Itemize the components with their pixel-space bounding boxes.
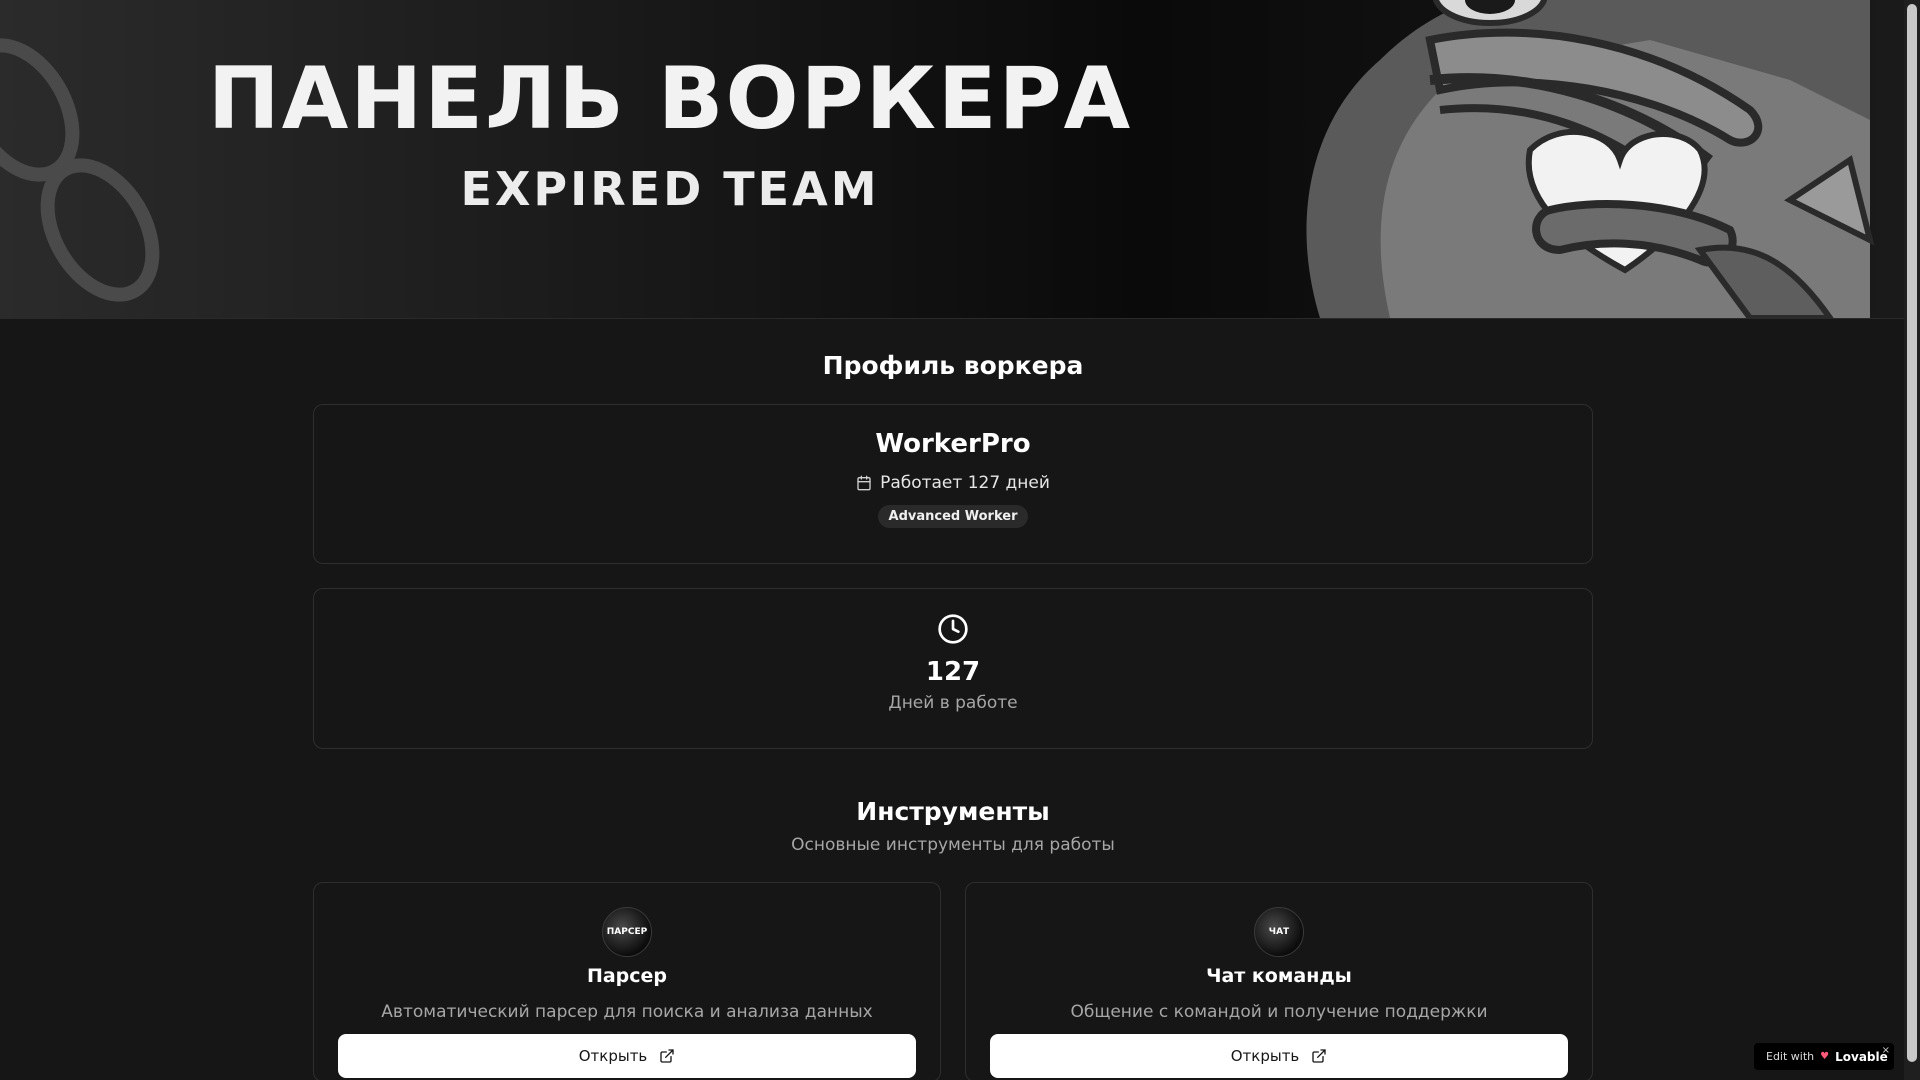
open-chat-button[interactable]: Открыть [990, 1034, 1568, 1078]
open-parser-button[interactable]: Открыть [338, 1034, 916, 1078]
scrollbar-thumb[interactable] [1907, 4, 1917, 1062]
edit-with-lovable-badge[interactable]: Edit with ♥ Lovable × [1754, 1043, 1894, 1070]
chain-decoration [0, 38, 160, 302]
tool-card-parser: ПАРСЕР Парсер Автоматический парсер для … [313, 882, 941, 1080]
tools-grid: ПАРСЕР Парсер Автоматический парсер для … [313, 882, 1593, 1080]
banner-title: ПАНЕЛЬ ВОРКЕРА [207, 49, 1133, 149]
calendar-icon [857, 475, 871, 491]
lovable-brand: Lovable [1835, 1049, 1888, 1064]
button-label: Открыть [578, 1047, 648, 1065]
button-label: Открыть [1230, 1047, 1300, 1065]
tenure-row: Работает 127 дней [314, 473, 1592, 493]
days-count: 127 [925, 657, 981, 687]
lovable-heart-icon: ♥ [1820, 1051, 1830, 1062]
page: ПАНЕЛЬ ВОРКЕРА EXPIRED TEAM Профиль ворк… [0, 0, 1904, 1080]
lovable-prefix: Edit with [1766, 1050, 1815, 1063]
external-link-icon [1312, 1049, 1326, 1063]
tool-description: Общение с командой и получение поддержки [1070, 1002, 1488, 1022]
chat-tool-icon: ЧАТ [1254, 907, 1304, 957]
parser-tool-icon: ПАРСЕР [602, 907, 652, 957]
header-banner: ПАНЕЛЬ ВОРКЕРА EXPIRED TEAM [0, 0, 1904, 319]
tool-card-team-chat: ЧАТ Чат команды Общение с командой и пол… [965, 882, 1593, 1080]
stats-card: 127 Дней в работе [313, 588, 1593, 749]
tool-title: Парсер [586, 965, 668, 987]
banner-subtitle: EXPIRED TEAM [460, 162, 880, 216]
tools-section-subtitle: Основные инструменты для работы [791, 835, 1115, 855]
tool-title: Чат команды [1206, 965, 1352, 987]
days-label: Дней в работе [888, 693, 1018, 713]
external-link-icon [660, 1049, 674, 1063]
worker-level-badge: Advanced Worker [877, 505, 1029, 528]
clock-icon [938, 614, 968, 644]
username: WorkerPro [875, 429, 1031, 459]
profile-section-title: Профиль воркера [822, 351, 1084, 380]
tenure-text: Работает 127 дней [880, 473, 1050, 493]
tool-description: Автоматический парсер для поиска и анали… [381, 1002, 873, 1022]
close-icon[interactable]: × [1882, 1045, 1890, 1056]
mascot-frog-illustration [1306, 0, 1875, 318]
main-content: Профиль воркера WorkerPro Работает 127 д… [313, 318, 1593, 1080]
tools-section-title: Инструменты [856, 797, 1050, 826]
profile-card: WorkerPro Работает 127 дней Advanced Wor… [313, 404, 1593, 564]
vertical-scrollbar[interactable] [1904, 0, 1920, 1080]
